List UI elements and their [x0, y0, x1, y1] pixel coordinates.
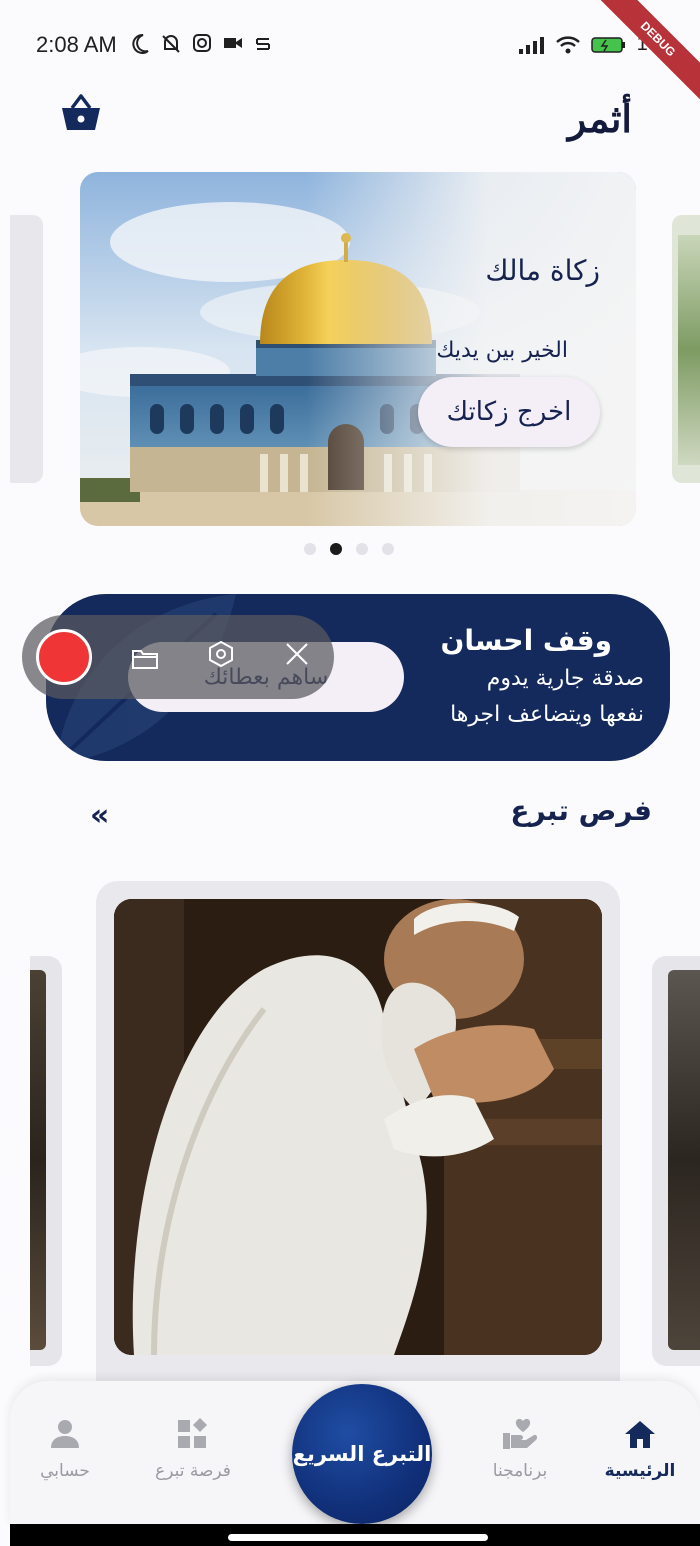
waqf-description-line2: نفعها ويتضاعف اجرها [450, 702, 644, 727]
app-screen: 2:08 AM 100 DEBUG أثمر [0, 0, 700, 1546]
nav-donation-opportunity[interactable]: فرصة تبرع [138, 1417, 248, 1481]
praying-man-illustration [114, 899, 602, 1355]
waqf-description-line1: صدقة جارية يدوم [486, 666, 644, 691]
silent-icon [162, 35, 180, 53]
see-more-button[interactable]: « [90, 798, 109, 833]
nav-label-account: حسابي [40, 1461, 90, 1481]
home-icon [625, 1421, 655, 1448]
basket-icon[interactable] [60, 92, 102, 132]
opportunity-next-card[interactable] [652, 956, 700, 1366]
banner-title: زكاة مالك [485, 254, 600, 287]
nav-my-account[interactable]: حسابي [10, 1417, 120, 1481]
banner-subtitle: الخير بين يديك [436, 338, 568, 363]
banner-next-card[interactable] [672, 215, 700, 483]
status-notification-icons [130, 33, 272, 55]
quick-donate-button[interactable]: التبرع السريع [292, 1384, 432, 1524]
folder-icon[interactable] [130, 643, 160, 673]
zakat-banner[interactable]: زكاة مالك الخير بين يديك اخرج زكاتك [80, 172, 636, 526]
grid-icon [178, 1418, 207, 1448]
zakat-button[interactable]: اخرج زكاتك [418, 377, 600, 447]
wifi-icon [555, 35, 580, 53]
status-bar: 2:08 AM 100 DEBUG [0, 0, 700, 112]
home-indicator[interactable] [228, 1534, 488, 1541]
banner-prev-card[interactable] [10, 215, 43, 483]
sync-icon [256, 38, 270, 50]
praying-man-image [114, 899, 602, 1355]
battery-icon [590, 36, 625, 53]
waqf-title: وقف احسان [440, 624, 612, 657]
close-icon[interactable] [282, 639, 312, 669]
person-icon [51, 1420, 79, 1448]
record-button[interactable] [36, 629, 92, 685]
video-icon [224, 38, 242, 48]
nav-label-opportunity: فرصة تبرع [155, 1461, 231, 1481]
app-logo: أثمر [567, 96, 632, 141]
carousel-dot[interactable] [304, 543, 316, 555]
nav-label-programs: برنامجنا [492, 1461, 548, 1481]
opportunity-prev-card[interactable] [30, 956, 62, 1366]
nav-our-programs[interactable]: برنامجنا [465, 1417, 575, 1481]
carousel-indicator [304, 543, 394, 555]
instagram-icon [193, 34, 211, 52]
nav-home[interactable]: الرئيسية [585, 1417, 695, 1481]
camera-icon[interactable] [206, 639, 236, 669]
signal-icon [518, 36, 544, 54]
screen-recorder-overlay[interactable] [22, 615, 334, 699]
carousel-dot[interactable] [382, 543, 394, 555]
nav-label-home: الرئيسية [604, 1461, 676, 1481]
status-time: 2:08 AM [36, 32, 117, 57]
opportunity-card[interactable] [96, 881, 620, 1421]
carousel-dot[interactable] [356, 543, 368, 555]
moon-icon [132, 33, 149, 54]
section-title-opportunities: فرص تبرع [510, 794, 652, 827]
carousel-dot-active[interactable] [330, 543, 342, 555]
hand-heart-icon [503, 1418, 538, 1449]
